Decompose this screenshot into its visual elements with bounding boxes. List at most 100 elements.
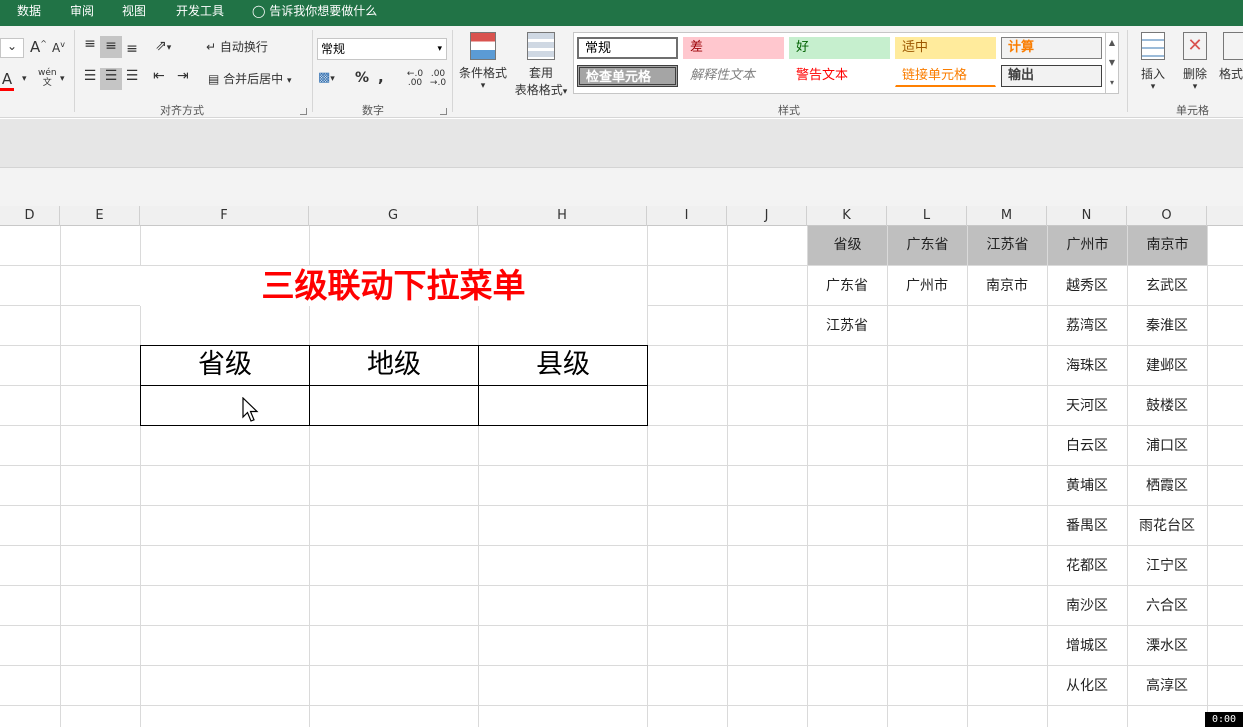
align-center-icon[interactable]: ☰ <box>100 68 122 90</box>
lookup-cell[interactable]: 雨花台区 <box>1127 506 1207 546</box>
increase-decimal-button[interactable]: ←.0 .00 <box>400 70 430 88</box>
lookup-cell[interactable]: 花都区 <box>1047 546 1127 586</box>
lookup-cell[interactable]: 溧水区 <box>1127 626 1207 666</box>
column-header-j[interactable]: J <box>727 206 807 226</box>
column-header-o[interactable]: O <box>1127 206 1207 226</box>
style-bad[interactable]: 差 <box>683 37 784 59</box>
lookup-cell[interactable]: 白云区 <box>1047 426 1127 466</box>
number-group-label: 数字 <box>362 104 384 117</box>
style-good[interactable]: 好 <box>789 37 890 59</box>
tell-me-box[interactable]: ◯ 告诉我你想要做什么 <box>252 0 377 26</box>
column-header-e[interactable]: E <box>60 206 140 226</box>
orientation-icon[interactable]: ⇗▾ <box>155 38 171 54</box>
format-button[interactable]: 格式 <box>1219 32 1243 82</box>
lookup-cell[interactable]: 六合区 <box>1127 586 1207 626</box>
wrap-text-button[interactable]: ↵ 自动换行 <box>206 38 268 55</box>
align-right-icon[interactable]: ☰ <box>122 68 142 90</box>
lookup-cell[interactable]: 江宁区 <box>1127 546 1207 586</box>
lookup-header-m[interactable]: 江苏省 <box>968 226 1047 265</box>
dropdown-arrow[interactable]: ▾ <box>60 74 65 84</box>
style-normal[interactable]: 常规 <box>577 37 678 59</box>
column-header-n[interactable]: N <box>1047 206 1127 226</box>
lookup-header-n[interactable]: 广州市 <box>1048 226 1127 265</box>
bottom-align-icon[interactable]: ≡ <box>122 36 142 58</box>
header-city[interactable]: 地级 <box>309 345 479 386</box>
column-header-k[interactable]: K <box>807 206 887 226</box>
style-check-cell[interactable]: 检查单元格 <box>577 65 678 87</box>
currency-icon[interactable]: ▩▾ <box>318 70 335 85</box>
middle-align-icon[interactable]: ≡ <box>100 36 122 58</box>
menu-review[interactable]: 审阅 <box>70 0 94 26</box>
percent-button[interactable]: % <box>355 70 369 86</box>
input-province[interactable] <box>140 385 310 426</box>
column-header-f[interactable]: F <box>140 206 309 226</box>
style-calculation[interactable]: 计算 <box>1001 37 1102 59</box>
font-color-button[interactable]: A <box>0 70 14 91</box>
style-neutral[interactable]: 适中 <box>895 37 996 59</box>
merge-center-button[interactable]: ▤ 合并后居中 ▾ <box>208 70 292 87</box>
style-linked-cell[interactable]: 链接单元格 <box>895 65 996 87</box>
increase-indent-icon[interactable]: ⇥ <box>177 68 189 84</box>
lookup-cell[interactable]: 浦口区 <box>1127 426 1207 466</box>
style-warning[interactable]: 警告文本 <box>789 65 890 87</box>
lookup-header-o[interactable]: 南京市 <box>1128 226 1207 265</box>
lookup-cell[interactable]: 秦淮区 <box>1127 306 1207 346</box>
lookup-header-l[interactable]: 广东省 <box>888 226 967 265</box>
column-header-g[interactable]: G <box>309 206 478 226</box>
lookup-cell[interactable]: 栖霞区 <box>1127 466 1207 506</box>
number-dialog-launcher[interactable] <box>440 108 447 115</box>
header-province[interactable]: 省级 <box>140 345 310 386</box>
lookup-cell[interactable]: 南沙区 <box>1047 586 1127 626</box>
style-output[interactable]: 输出 <box>1001 65 1102 87</box>
phonetic-button[interactable]: wén 文 <box>38 68 57 88</box>
column-header-l[interactable]: L <box>887 206 967 226</box>
lookup-cell[interactable]: 海珠区 <box>1047 346 1127 386</box>
gallery-scroll[interactable]: ▲ ▼ ▾ <box>1105 33 1118 93</box>
formula-bar-area <box>0 119 1243 167</box>
comma-button[interactable]: , <box>378 68 384 86</box>
menu-developer[interactable]: 开发工具 <box>176 0 224 26</box>
column-header-m[interactable]: M <box>967 206 1047 226</box>
lookup-cell[interactable]: 高淳区 <box>1127 666 1207 706</box>
lookup-cell[interactable]: 越秀区 <box>1047 266 1127 306</box>
sheet-title[interactable]: 三级联动下拉菜单 <box>140 266 647 306</box>
lookup-cell[interactable]: 玄武区 <box>1127 266 1207 306</box>
lookup-cell[interactable]: 荔湾区 <box>1047 306 1127 346</box>
number-format-select[interactable]: 常规 ▾ <box>317 38 447 60</box>
header-county[interactable]: 县级 <box>478 345 648 386</box>
lookup-cell[interactable]: 番禺区 <box>1047 506 1127 546</box>
styles-group-label: 样式 <box>778 104 800 117</box>
lookup-cell[interactable]: 鼓楼区 <box>1127 386 1207 426</box>
dropdown-arrow[interactable]: ▾ <box>22 74 27 84</box>
alignment-dialog-launcher[interactable] <box>300 108 307 115</box>
align-left-icon[interactable]: ☰ <box>80 68 100 90</box>
lookup-header-k[interactable]: 省级 <box>808 226 887 265</box>
column-header-i[interactable]: I <box>647 206 727 226</box>
grow-font-button[interactable]: A^ <box>30 38 47 56</box>
shrink-font-button[interactable]: Av <box>52 40 65 55</box>
lookup-cell[interactable]: 建邺区 <box>1127 346 1207 386</box>
column-header-d[interactable]: D <box>0 206 60 226</box>
input-city[interactable] <box>309 385 479 426</box>
column-header-h[interactable]: H <box>478 206 647 226</box>
lookup-cell[interactable]: 黄埔区 <box>1047 466 1127 506</box>
lookup-cell[interactable]: 广东省 <box>807 266 887 306</box>
conditional-format-button[interactable]: 条件格式 ▾ <box>455 32 511 91</box>
menu-data[interactable]: 数据 <box>17 0 41 26</box>
delete-button[interactable]: ✕ 删除 ▾ <box>1175 32 1215 92</box>
menu-view[interactable]: 视图 <box>122 0 146 26</box>
font-size-dropdown[interactable]: ⌄ <box>0 38 24 58</box>
decrease-indent-icon[interactable]: ⇤ <box>153 68 165 84</box>
lookup-cell[interactable]: 增城区 <box>1047 626 1127 666</box>
input-county[interactable] <box>478 385 648 426</box>
format-as-table-button[interactable]: 套用 表格格式▾ <box>511 32 571 98</box>
lookup-cell[interactable]: 南京市 <box>967 266 1047 306</box>
top-align-icon[interactable]: ≡ <box>80 36 100 58</box>
decrease-decimal-button[interactable]: .00 →.0 <box>428 70 448 88</box>
insert-button[interactable]: 插入 ▾ <box>1133 32 1173 92</box>
lookup-cell[interactable]: 江苏省 <box>807 306 887 346</box>
lookup-cell[interactable]: 广州市 <box>887 266 967 306</box>
lookup-cell[interactable]: 天河区 <box>1047 386 1127 426</box>
lookup-cell[interactable]: 从化区 <box>1047 666 1127 706</box>
style-explanatory[interactable]: 解释性文本 <box>683 65 784 87</box>
